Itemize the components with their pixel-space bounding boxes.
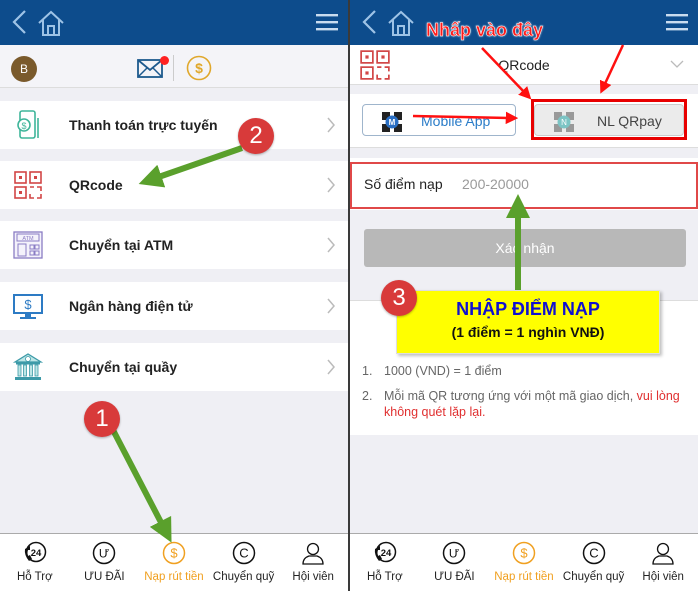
tab-label: Hỗ Trợ <box>16 571 53 583</box>
svg-text:C: C <box>239 546 248 561</box>
svg-text:$: $ <box>24 297 32 312</box>
menu-item-atm[interactable]: ATM Chuyển tại ATM <box>0 221 348 269</box>
ebanking-monitor-icon: $ <box>13 294 43 319</box>
member-icon <box>652 542 674 565</box>
tab-label: ƯU ĐÃI <box>434 571 475 583</box>
svg-text:$: $ <box>195 60 203 76</box>
menu-item-label: Ngân hàng điện tử <box>69 298 193 314</box>
chevron-down-icon <box>670 60 684 68</box>
support-24-icon: 24 <box>374 541 397 563</box>
deposit-icon: $ <box>512 541 536 565</box>
tab-label: Nạp rút tiền <box>494 571 554 583</box>
user-bar: B $ <box>0 45 348 88</box>
promo-icon: Ư <box>443 541 466 565</box>
qrcode-icon <box>14 171 42 199</box>
bottom-tab-bar: 24 Hỗ Trợ Ư ƯU ĐÃI $ Nạp rút tiền C Chuy… <box>350 533 698 591</box>
step-badge-2: 2 <box>238 118 274 154</box>
tab-promo[interactable]: Ư ƯU ĐÃI <box>420 534 490 591</box>
svg-text:C: C <box>589 546 598 561</box>
avatar[interactable]: B <box>11 56 37 82</box>
chevron-right-icon <box>327 359 335 375</box>
tab-label: Chuyển quỹ <box>212 571 275 583</box>
svg-text:ATM: ATM <box>22 236 34 242</box>
click-here-annotation: Nhấp vào đây <box>426 20 544 41</box>
payment-method-select[interactable]: QRcode <box>350 45 698 85</box>
tab-label: Nạp rút tiền <box>144 571 204 583</box>
note-text: Mỗi mã QR tương ứng với một mã giao dịch… <box>384 389 680 419</box>
svg-text:Ư: Ư <box>99 547 109 561</box>
deposit-icon: $ <box>162 541 186 565</box>
callout-subtitle: (1 điểm = 1 nghìn VNĐ) <box>451 324 605 340</box>
home-icon[interactable] <box>386 9 416 37</box>
tab-deposit-withdraw[interactable]: $ Nạp rút tiền <box>489 534 559 591</box>
svg-text:$: $ <box>520 546 528 561</box>
mobile-payment-icon: $ <box>17 110 39 139</box>
hamburger-menu-icon[interactable] <box>316 13 338 31</box>
tab-transfer[interactable]: C Chuyển quỹ <box>209 534 279 591</box>
notification-dot <box>160 56 169 65</box>
tab-support[interactable]: 24 Hỗ Trợ <box>350 534 420 591</box>
tab-label: Chuyển quỹ <box>562 571 625 583</box>
mobile-app-label: Mobile App <box>421 113 491 129</box>
menu-item-online-payment[interactable]: $ Thanh toán trực tuyến <box>0 101 348 149</box>
svg-text:Ư: Ư <box>449 547 459 561</box>
payment-method-title: QRcode <box>498 57 550 73</box>
promo-icon: Ư <box>93 541 116 565</box>
menu-item-bank-counter[interactable]: Chuyển tại quầy <box>0 343 348 391</box>
top-navbar <box>0 0 348 45</box>
svg-text:24: 24 <box>381 548 392 559</box>
highlight-box <box>350 162 698 209</box>
chevron-right-icon <box>327 117 335 133</box>
coin-icon[interactable]: $ <box>186 55 212 81</box>
menu-item-label: Chuyển tại quầy <box>69 359 178 375</box>
back-icon[interactable] <box>10 9 30 35</box>
tab-support[interactable]: 24 Hỗ Trợ <box>0 534 70 591</box>
mobile-app-button[interactable]: M Mobile App <box>362 104 516 136</box>
highlight-box <box>531 99 687 140</box>
svg-text:M: M <box>389 118 396 127</box>
note-number: 1. <box>362 364 373 378</box>
transfer-icon: C <box>582 541 605 565</box>
divider <box>173 55 174 81</box>
qr-mobile-app-icon: M <box>382 112 402 132</box>
tab-label: Hỗ Trợ <box>366 571 403 583</box>
menu-item-ebanking[interactable]: $ Ngân hàng điện tử <box>0 282 348 330</box>
menu-item-label: QRcode <box>69 177 123 193</box>
chevron-right-icon <box>327 298 335 314</box>
hamburger-menu-icon[interactable] <box>666 13 688 31</box>
left-screen: B $ $ Thanh toán trực tuyến QRcode ATM C… <box>0 0 348 591</box>
tab-member[interactable]: Hội viên <box>628 534 698 591</box>
chevron-right-icon <box>327 177 335 193</box>
note-number: 2. <box>362 389 373 403</box>
svg-text:$: $ <box>21 121 26 131</box>
svg-text:$: $ <box>170 546 178 561</box>
note-text: 1000 (VND) = 1 điểm <box>384 364 502 378</box>
svg-text:24: 24 <box>31 548 42 559</box>
tab-label: ƯU ĐÃI <box>84 571 125 583</box>
callout-enter-points: NHẬP ĐIỂM NẠP (1 điểm = 1 nghìn VNĐ) <box>396 290 660 354</box>
tab-member[interactable]: Hội viên <box>278 534 348 591</box>
tab-deposit-withdraw[interactable]: $ Nạp rút tiền <box>139 534 209 591</box>
atm-icon: ATM <box>13 231 43 259</box>
menu-item-qrcode[interactable]: QRcode <box>0 161 348 209</box>
menu-item-label: Thanh toán trực tuyến <box>69 117 218 133</box>
bottom-tab-bar: 24 Hỗ Trợ Ư ƯU ĐÃI $ Nạp rút tiền C Chuy… <box>0 533 348 591</box>
qr-type-selector: M Mobile App N NL QRpay <box>350 94 698 148</box>
bank-counter-icon <box>13 353 43 380</box>
transfer-icon: C <box>232 541 255 565</box>
tab-transfer[interactable]: C Chuyển quỹ <box>559 534 629 591</box>
support-24-icon: 24 <box>24 541 47 563</box>
menu-item-label: Chuyển tại ATM <box>69 237 174 253</box>
confirm-button[interactable]: Xác nhận <box>364 229 686 267</box>
member-icon <box>302 542 324 565</box>
tab-label: Hội viên <box>642 571 684 583</box>
chevron-right-icon <box>327 237 335 253</box>
step-badge-3: 3 <box>381 280 417 316</box>
tab-promo[interactable]: Ư ƯU ĐÃI <box>70 534 140 591</box>
home-icon[interactable] <box>36 9 66 37</box>
back-icon[interactable] <box>360 9 380 35</box>
step-badge-1: 1 <box>84 401 120 437</box>
tab-label: Hội viên <box>292 571 334 583</box>
callout-title: NHẬP ĐIỂM NẠP <box>456 299 600 319</box>
